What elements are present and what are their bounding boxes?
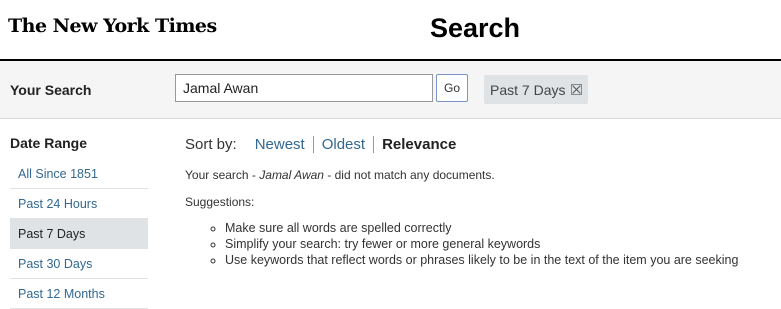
- sort-relevance-link[interactable]: Relevance: [374, 136, 464, 153]
- active-filter-chip: Past 7 Days: [484, 75, 589, 104]
- suggestion-item: Make sure all words are spelled correctl…: [225, 220, 745, 236]
- date-range-past-12-months[interactable]: Past 12 Months: [10, 279, 148, 309]
- date-range-past-7-days[interactable]: Past 7 Days: [10, 219, 148, 249]
- message-query: Jamal Awan: [259, 168, 324, 182]
- message-suffix: - did not match any documents.: [323, 168, 495, 182]
- sort-bar: Sort by: Newest Oldest Relevance: [185, 134, 745, 154]
- no-results-message: Your search - Jamal Awan - did not match…: [185, 168, 745, 182]
- results-area: Sort by: Newest Oldest Relevance Your se…: [185, 134, 745, 268]
- date-range-past-30-days[interactable]: Past 30 Days: [10, 249, 148, 279]
- search-input[interactable]: Jamal Awan: [175, 74, 433, 102]
- date-range-all-since-1851[interactable]: All Since 1851: [10, 159, 148, 189]
- date-range-heading: Date Range: [10, 135, 88, 151]
- sort-oldest-link[interactable]: Oldest: [314, 136, 373, 153]
- sort-newest-link[interactable]: Newest: [247, 136, 313, 153]
- sort-label: Sort by:: [185, 135, 237, 153]
- suggestions-label: Suggestions:: [185, 195, 255, 209]
- suggestion-item: Simplify your search: try fewer or more …: [225, 236, 745, 252]
- active-filter-label: Past 7 Days: [490, 81, 566, 98]
- page-title: Search: [429, 13, 521, 43]
- search-bar: Your Search Jamal Awan Go Past 7 Days: [0, 61, 781, 119]
- suggestions-list: Make sure all words are spelled correctl…: [185, 220, 745, 268]
- your-search-label: Your Search: [10, 82, 92, 98]
- date-range-sidebar: Date Range All Since 1851 Past 24 Hours …: [10, 135, 148, 309]
- close-icon[interactable]: [571, 84, 583, 95]
- masthead: The New York Times Search: [0, 0, 781, 61]
- date-range-past-24-hours[interactable]: Past 24 Hours: [10, 189, 148, 219]
- message-prefix: Your search -: [185, 168, 260, 182]
- go-button[interactable]: Go: [436, 74, 468, 102]
- suggestion-item: Use keywords that reflect words or phras…: [225, 252, 745, 268]
